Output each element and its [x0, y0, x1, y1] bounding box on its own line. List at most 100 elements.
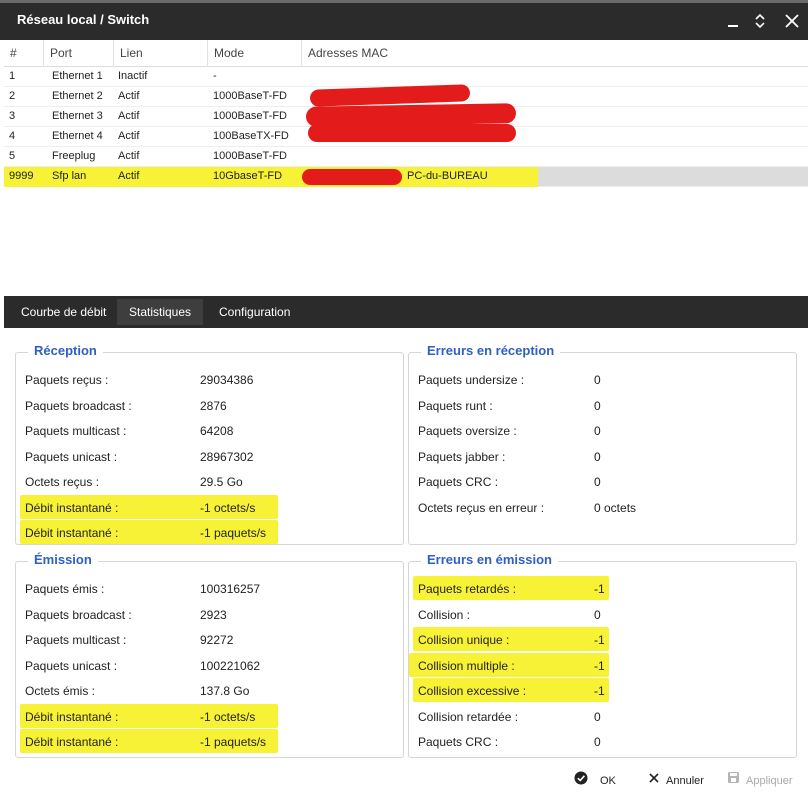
cell-port: Ethernet 4 [52, 130, 103, 142]
cancel-x-icon [648, 771, 660, 791]
cell-lien: Actif [118, 150, 140, 162]
cell-mode: 1000BaseT-FD [213, 150, 287, 162]
stat-value: 2923 [200, 608, 227, 622]
cell-number: 1 [9, 70, 16, 82]
stat-value: 29034386 [200, 373, 254, 387]
col-lien[interactable]: Lien [114, 40, 208, 67]
tab-statistiques[interactable]: Statistiques [117, 299, 204, 325]
stat-label: Octets reçus en erreur : [418, 501, 545, 515]
cell-lien: Actif [118, 90, 140, 102]
ok-label: OK [600, 775, 616, 787]
apply-label: Appliquer [746, 775, 793, 787]
stat-label: Collision retardée : [418, 710, 519, 724]
statistics-content: Réception Paquets reçus : 29034386 Paque… [4, 328, 808, 800]
stat-label: Collision excessive : [418, 684, 527, 698]
stat-label: Paquets jabber : [418, 450, 506, 464]
expand-collapse-icon[interactable] [747, 8, 773, 34]
window-title: Réseau local / Switch [17, 12, 150, 27]
save-icon [727, 771, 740, 791]
stat-value: 64208 [200, 424, 234, 438]
stat-value: -1 [594, 633, 605, 647]
cell-port: Sfp lan [52, 170, 87, 182]
cell-mac: PC-du-BUREAU [407, 170, 488, 182]
stat-value: -1 [594, 684, 605, 698]
cell-number: 2 [9, 90, 16, 102]
cell-mode: 10GbaseT-FD [213, 170, 283, 182]
cell-number: 5 [9, 150, 16, 162]
stat-label: Paquets broadcast : [25, 608, 132, 622]
switch-window: Réseau local / Switch # Port Lien Mode A… [0, 0, 808, 800]
stat-label: Paquets retardés : [418, 582, 517, 596]
cell-lien: Actif [118, 110, 140, 122]
cell-mode: 100BaseTX-FD [213, 130, 289, 142]
stat-label: Octets émis : [25, 684, 96, 698]
stat-label: Collision unique : [418, 633, 510, 647]
tab-bar: Courbe de débit Statistiques Configurati… [4, 296, 808, 328]
cancel-label: Annuler [666, 775, 704, 787]
tab-courbe-de-debit[interactable]: Courbe de débit [9, 299, 118, 325]
stat-value: 92272 [200, 633, 234, 647]
stat-label: Paquets broadcast : [25, 399, 132, 413]
ok-button[interactable]: OK [574, 771, 616, 791]
reception-errors-panel: Erreurs en réception Paquets undersize :… [408, 343, 797, 545]
cancel-button[interactable]: Annuler [648, 771, 704, 791]
stat-label: Paquets CRC : [418, 735, 499, 749]
cell-number: 3 [9, 110, 16, 122]
minimize-icon[interactable] [720, 8, 746, 34]
col-mode[interactable]: Mode [208, 40, 302, 67]
cell-port: Freeplug [52, 150, 96, 162]
ports-table: # Port Lien Mode Adresses MAC 1 Ethernet… [4, 40, 808, 295]
stat-label: Paquets unicast : [25, 450, 118, 464]
table-row[interactable]: 1 Ethernet 1 Inactif - [4, 67, 808, 87]
cell-lien: Actif [118, 170, 140, 182]
stat-value: 0 [594, 475, 601, 489]
cell-port: Ethernet 1 [52, 70, 103, 82]
stat-label: Paquets reçus : [25, 373, 109, 387]
stat-value: -1 [594, 582, 605, 596]
stat-value: 137.8 Go [200, 684, 250, 698]
cell-lien: Inactif [118, 70, 148, 82]
emission-errors-title: Erreurs en émission [421, 552, 558, 567]
reception-title: Réception [28, 343, 103, 358]
stat-value: 0 [594, 450, 601, 464]
stat-label: Octets reçus : [25, 475, 100, 489]
col-mac[interactable]: Adresses MAC [302, 40, 808, 67]
stat-label: Débit instantané : [25, 526, 119, 540]
stat-value: 100221062 [200, 659, 261, 673]
emission-title: Émission [28, 552, 98, 567]
close-icon[interactable] [779, 8, 805, 34]
cell-mode: 1000BaseT-FD [213, 110, 287, 122]
redaction-mark [308, 124, 516, 142]
stat-value: -1 paquets/s [200, 526, 267, 540]
stat-label: Débit instantané : [25, 735, 119, 749]
tab-configuration[interactable]: Configuration [207, 299, 302, 325]
redaction-mark [302, 169, 402, 185]
dialog-footer: OK Annuler Appliquer [0, 764, 808, 800]
stat-label: Paquets oversize : [418, 424, 517, 438]
stat-value: 0 [594, 608, 601, 622]
stat-value: 0 [594, 710, 601, 724]
title-bar: Réseau local / Switch [0, 0, 808, 40]
stat-value: 28967302 [200, 450, 254, 464]
stat-value: 0 [594, 373, 601, 387]
cell-number: 4 [9, 130, 16, 142]
stat-value: -1 [594, 659, 605, 673]
stat-label: Paquets CRC : [418, 475, 499, 489]
emission-panel: Émission Paquets émis : 100316257 Paquet… [15, 552, 404, 758]
stat-label: Collision multiple : [418, 659, 515, 673]
table-row[interactable]: 5 Freeplug Actif 1000BaseT-FD [4, 147, 808, 167]
stat-value: 2876 [200, 399, 227, 413]
check-circle-icon [574, 771, 588, 792]
col-number[interactable]: # [4, 40, 44, 67]
cell-number: 9999 [9, 170, 34, 182]
stat-value: 0 [594, 399, 601, 413]
table-row-selected[interactable]: 9999 Sfp lan Actif 10GbaseT-FD PC-du-BUR… [4, 167, 808, 187]
stat-label: Débit instantané : [25, 501, 119, 515]
cell-mode: 1000BaseT-FD [213, 90, 287, 102]
stat-value: -1 octets/s [200, 501, 256, 515]
stat-label: Débit instantané : [25, 710, 119, 724]
apply-button[interactable]: Appliquer [727, 771, 792, 791]
col-port[interactable]: Port [44, 40, 114, 67]
stat-value: 0 [594, 735, 601, 749]
stat-label: Collision : [418, 608, 471, 622]
